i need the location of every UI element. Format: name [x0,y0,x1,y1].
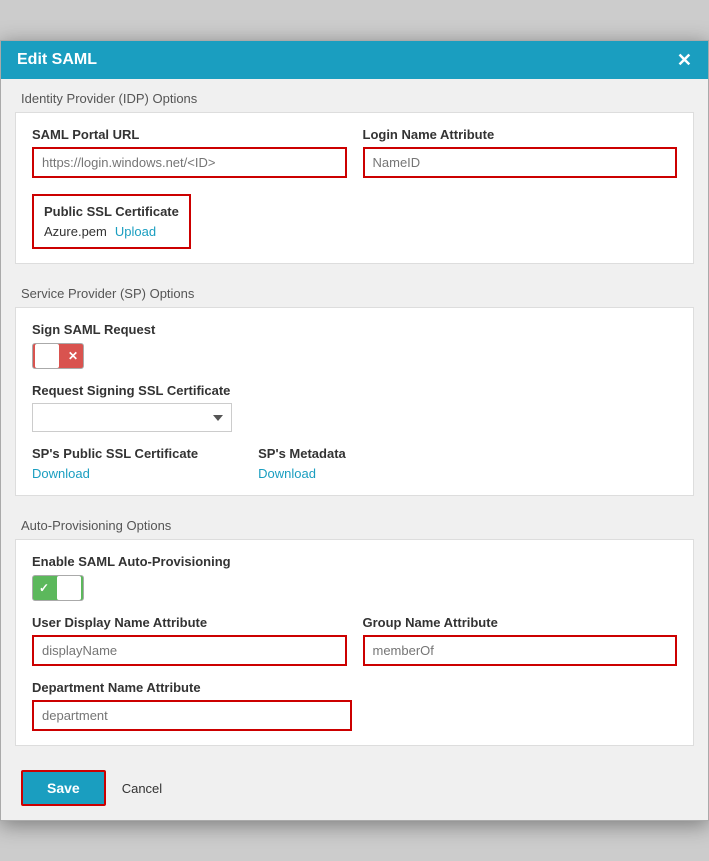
public-ssl-cert-group: Public SSL Certificate Azure.pem Upload [32,190,677,249]
auto-provisioning-section-label: Auto-Provisioning Options [1,506,708,539]
group-name-label: Group Name Attribute [363,615,678,630]
user-display-name-group: User Display Name Attribute [32,615,347,666]
sp-section-box: Sign SAML Request ✕ Request Signing SSL … [15,307,694,496]
toggle-knob [35,344,59,368]
group-name-group: Group Name Attribute [363,615,678,666]
department-name-label: Department Name Attribute [32,680,677,695]
request-signing-label: Request Signing SSL Certificate [32,383,677,398]
sign-saml-label: Sign SAML Request [32,322,677,337]
toggle-knob-on [57,576,81,600]
user-display-name-label: User Display Name Attribute [32,615,347,630]
enable-auto-prov-toggle[interactable]: ✓ [32,575,84,601]
attribute-row-1: User Display Name Attribute Group Name A… [32,615,677,666]
upload-link[interactable]: Upload [115,224,156,239]
idp-section-box: SAML Portal URL Login Name Attribute Pub… [15,112,694,264]
enable-auto-prov-label: Enable SAML Auto-Provisioning [32,554,677,569]
request-signing-select[interactable] [32,403,232,432]
enable-auto-prov-toggle-container: ✓ [32,575,677,601]
ssl-cert-box: Public SSL Certificate Azure.pem Upload [32,194,191,249]
saml-portal-url-group: SAML Portal URL [32,127,347,178]
edit-saml-modal: Edit SAML ✕ Identity Provider (IDP) Opti… [0,40,709,821]
sp-metadata-group: SP's Metadata Download [258,446,346,481]
sp-metadata-download-link[interactable]: Download [258,466,346,481]
ssl-cert-filename: Azure.pem [44,224,107,239]
sp-public-ssl-label: SP's Public SSL Certificate [32,446,198,461]
toggle-on-icon: ✓ [39,581,49,595]
idp-section-label: Identity Provider (IDP) Options [1,79,708,112]
ssl-cert-row: Azure.pem Upload [44,224,179,239]
sign-saml-toggle-container: ✕ [32,343,677,369]
department-name-group: Department Name Attribute [32,680,677,731]
login-name-attribute-input[interactable] [363,147,678,178]
saml-portal-url-input[interactable] [32,147,347,178]
cancel-button[interactable]: Cancel [122,781,162,796]
modal-footer: Save Cancel [1,756,708,820]
sign-saml-toggle[interactable]: ✕ [32,343,84,369]
modal-header: Edit SAML ✕ [1,41,708,79]
saml-portal-url-label: SAML Portal URL [32,127,347,142]
auto-provisioning-section-box: Enable SAML Auto-Provisioning ✓ User Dis… [15,539,694,746]
save-button[interactable]: Save [21,770,106,806]
login-name-attribute-label: Login Name Attribute [363,127,678,142]
login-name-attribute-group: Login Name Attribute [363,127,678,178]
close-button[interactable]: ✕ [677,51,692,69]
modal-body: Identity Provider (IDP) Options SAML Por… [1,79,708,746]
sp-public-ssl-download-link[interactable]: Download [32,466,198,481]
user-display-name-input[interactable] [32,635,347,666]
idp-top-row: SAML Portal URL Login Name Attribute [32,127,677,178]
sp-metadata-label: SP's Metadata [258,446,346,461]
toggle-off-icon: ✕ [68,349,78,363]
group-name-input[interactable] [363,635,678,666]
sp-links-row: SP's Public SSL Certificate Download SP'… [32,446,677,481]
department-name-input[interactable] [32,700,352,731]
modal-title: Edit SAML [17,51,97,69]
sp-section-label: Service Provider (SP) Options [1,274,708,307]
ssl-cert-label: Public SSL Certificate [44,204,179,219]
sp-public-ssl-group: SP's Public SSL Certificate Download [32,446,198,481]
request-signing-select-wrapper [32,403,677,432]
